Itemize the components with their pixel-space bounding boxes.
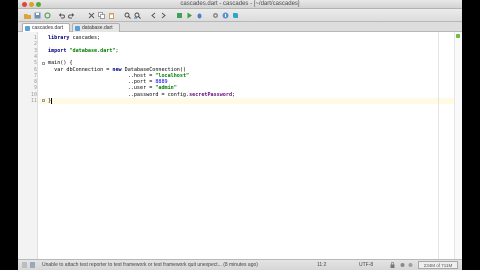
left-black-band <box>0 0 18 270</box>
dart-file-icon <box>25 26 30 31</box>
code-text: ..password = config. <box>48 91 190 98</box>
number-literal: 8889 <box>155 79 168 86</box>
sync-icon[interactable] <box>44 12 51 19</box>
keyword: library <box>48 35 70 41</box>
field-reference: secretPassword <box>189 91 233 98</box>
back-icon[interactable] <box>150 12 157 19</box>
code-text: ..host = <box>48 72 156 79</box>
settings-icon[interactable] <box>212 12 219 19</box>
run-icon[interactable] <box>186 12 193 19</box>
string-literal: "database.dart" <box>69 47 116 54</box>
tab-label: database.dart <box>82 25 113 31</box>
editor-tab-bar: cascades.dart database.dart <box>18 22 462 32</box>
status-bar: Unable to attach test reporter to test f… <box>18 259 462 270</box>
code-text: ..port = <box>48 79 156 86</box>
code-text: ; <box>115 47 119 54</box>
code-text: ..user = <box>48 85 156 92</box>
caret-position[interactable]: 11:2 <box>317 260 326 270</box>
dart-icon[interactable] <box>232 12 239 19</box>
replace-icon[interactable] <box>134 12 141 19</box>
code-text: ; <box>232 91 236 98</box>
window-title: cascades.dart - cascades - [~/dart/casca… <box>180 1 300 7</box>
error-stripe[interactable] <box>454 32 462 259</box>
status-warning-icon[interactable] <box>22 262 27 268</box>
string-literal: "admin" <box>155 85 177 92</box>
title-bar: cascades.dart - cascades - [~/dart/casca… <box>18 0 462 9</box>
dart-file-icon <box>75 26 80 31</box>
right-margin-guide <box>438 32 439 259</box>
hector-icon[interactable] <box>408 262 413 268</box>
code-line-1: library cascades; <box>48 35 100 41</box>
tab-database-dart[interactable]: database.dart <box>72 23 120 32</box>
keyword: import <box>48 47 67 54</box>
redo-icon[interactable] <box>68 12 75 19</box>
code-line-10: ..password = config.secretPassword; <box>48 92 235 98</box>
line-number-gutter[interactable]: 1 2 3 4 5 6 7 8 9 10 11 <box>18 32 38 259</box>
memory-indicator[interactable]: 234M of 711M <box>418 261 458 269</box>
help-icon[interactable] <box>222 12 229 19</box>
cut-icon[interactable] <box>88 12 95 19</box>
debug-icon[interactable] <box>196 12 203 19</box>
lock-icon[interactable] <box>390 262 395 268</box>
tab-cascades-dart[interactable]: cascades.dart <box>22 23 70 32</box>
code-text: var dbConnection = <box>48 66 113 73</box>
open-icon[interactable] <box>24 12 31 19</box>
build-icon[interactable] <box>176 12 183 19</box>
string-literal: "localhost" <box>155 72 190 79</box>
text-caret <box>51 98 53 105</box>
analysis-ok-icon[interactable] <box>456 34 460 38</box>
code-editor[interactable]: 1 2 3 4 5 6 7 8 9 10 11 library cascades… <box>18 32 462 259</box>
event-log-icon[interactable] <box>30 262 35 268</box>
code-text: cascades; <box>69 35 101 41</box>
code-text: DatabaseConnection() <box>121 66 187 73</box>
file-encoding[interactable]: UTF-8 <box>359 260 373 270</box>
save-icon[interactable] <box>34 12 41 19</box>
ide-window: cascades.dart - cascades - [~/dart/casca… <box>18 0 462 270</box>
forward-icon[interactable] <box>160 12 167 19</box>
code-line-3: import "database.dart"; <box>48 48 119 54</box>
right-black-band <box>462 0 480 270</box>
undo-icon[interactable] <box>58 12 65 19</box>
find-icon[interactable] <box>124 12 131 19</box>
fold-marker-icon[interactable] <box>42 61 45 65</box>
inspector-icon[interactable] <box>400 262 405 268</box>
main-toolbar <box>18 9 462 22</box>
current-line-highlight <box>39 98 462 105</box>
line-number: 11 <box>30 98 37 104</box>
copy-icon[interactable] <box>98 12 105 19</box>
keyword: new <box>112 66 122 73</box>
tab-label: cascades.dart <box>32 25 64 31</box>
status-message[interactable]: Unable to attach test reporter to test f… <box>42 260 258 270</box>
code-text: main() { <box>48 60 73 67</box>
paste-icon[interactable] <box>108 12 115 19</box>
fold-marker-icon[interactable] <box>42 99 45 103</box>
